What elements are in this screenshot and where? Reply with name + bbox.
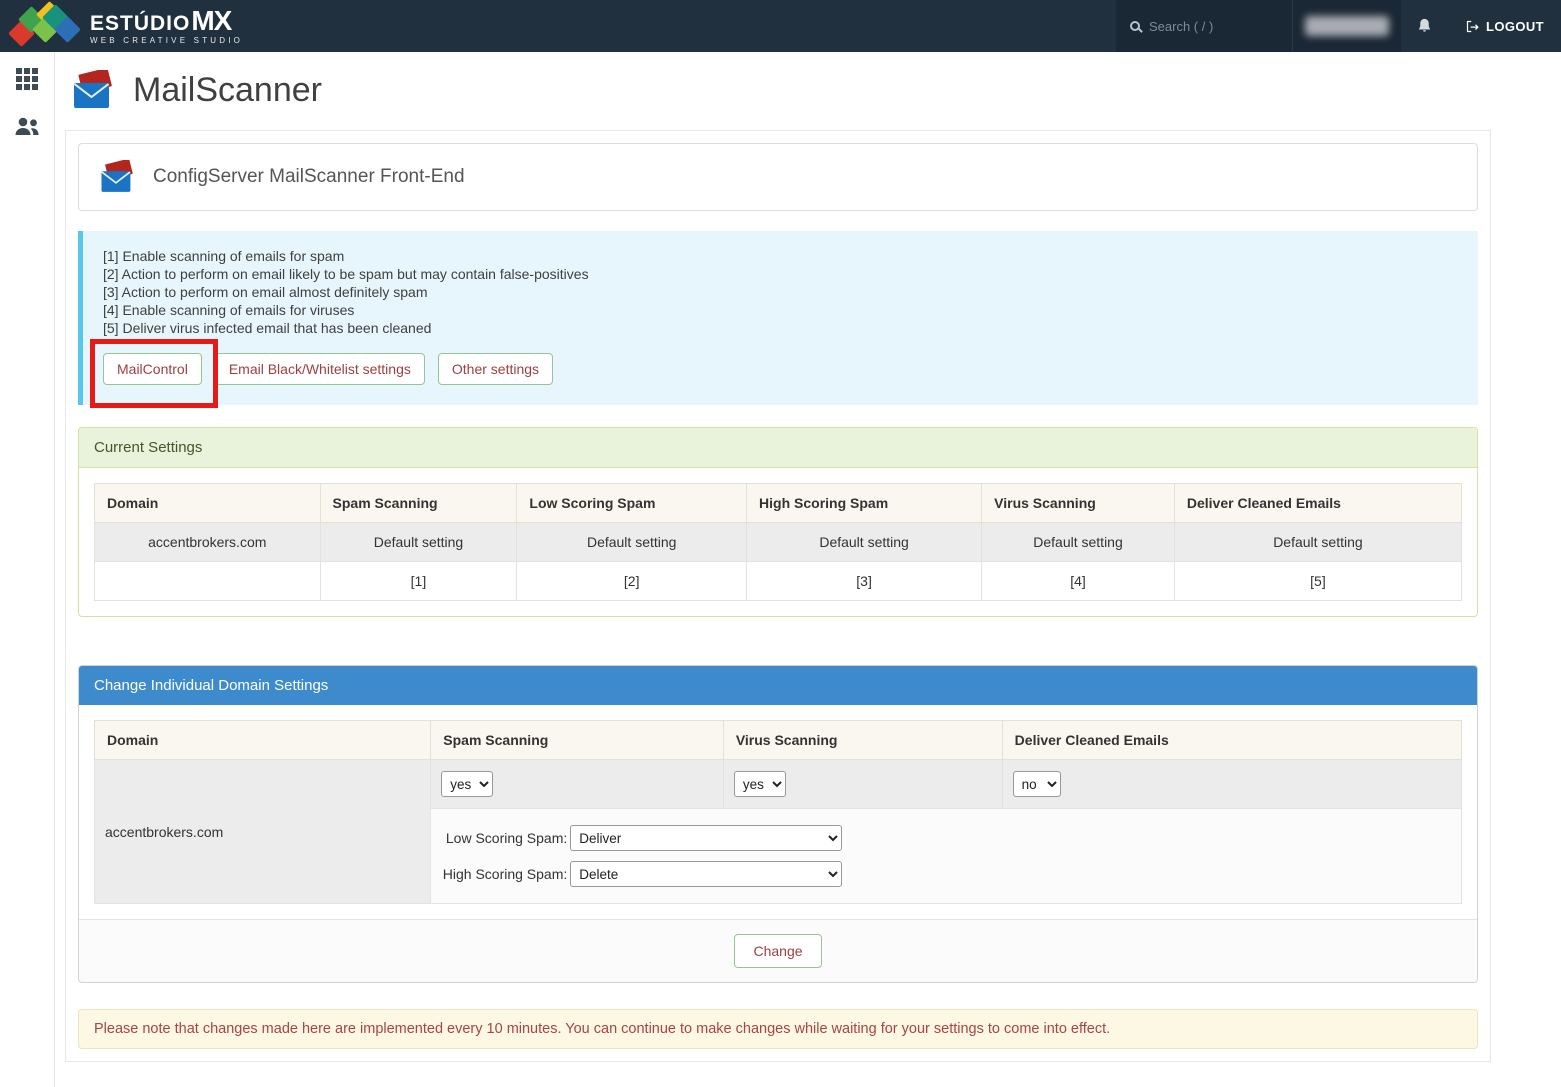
top-navbar: ESTÚDIO MX WEB CREATIVE STUDIO LOGOUT xyxy=(0,0,1561,52)
username-redacted xyxy=(1305,16,1389,36)
cell-ref: [2] xyxy=(517,562,747,601)
other-settings-button[interactable]: Other settings xyxy=(438,353,553,385)
col-deliver-cleaned: Deliver Cleaned Emails xyxy=(1002,721,1461,760)
apps-grid-icon[interactable] xyxy=(16,68,22,74)
mailscanner-icon xyxy=(71,70,117,110)
deliver-cleaned-select[interactable]: no xyxy=(1013,771,1061,797)
logout-icon xyxy=(1465,19,1480,34)
mailscanner-card-icon xyxy=(99,160,137,194)
brand-title: ESTÚDIO xyxy=(90,13,190,34)
col-virus-scanning: Virus Scanning xyxy=(723,721,1002,760)
user-menu[interactable] xyxy=(1292,0,1401,52)
frontend-card: ConfigServer MailScanner Front-End xyxy=(78,143,1478,211)
low-scoring-spam-select[interactable]: Deliver xyxy=(570,825,842,851)
cell-domain: accentbrokers.com xyxy=(95,760,431,904)
brand-mx: MX xyxy=(191,7,231,35)
change-panel-footer: Change xyxy=(79,919,1477,982)
info-buttons-row: MailControl Email Black/Whitelist settin… xyxy=(103,353,1458,385)
frontend-card-title: ConfigServer MailScanner Front-End xyxy=(153,166,465,188)
page-title: MailScanner xyxy=(133,71,322,110)
implementation-note: Please note that changes made here are i… xyxy=(78,1009,1478,1049)
cell-domain: accentbrokers.com xyxy=(95,523,321,562)
col-spam-scanning: Spam Scanning xyxy=(320,484,517,523)
notifications-button[interactable] xyxy=(1401,0,1448,52)
cell-value: Default setting xyxy=(320,523,517,562)
change-settings-title: Change Individual Domain Settings xyxy=(79,666,1477,705)
table-row: [1] [2] [3] [4] [5] xyxy=(95,562,1462,601)
cell-virus-scanning: yes xyxy=(723,760,1002,809)
col-domain: Domain xyxy=(95,721,431,760)
search-box xyxy=(1116,0,1292,52)
cell-value: Default setting xyxy=(982,523,1175,562)
info-line: [5] Deliver virus infected email that ha… xyxy=(103,319,1458,337)
brand-subtitle: WEB CREATIVE STUDIO xyxy=(90,37,243,45)
cell-empty xyxy=(95,562,321,601)
cell-ref: [3] xyxy=(747,562,982,601)
cell-spam-scanning: yes xyxy=(431,760,724,809)
info-line: [4] Enable scanning of emails for viruse… xyxy=(103,301,1458,319)
change-settings-panel: Change Individual Domain Settings Domain… xyxy=(78,665,1478,983)
col-high-scoring-spam: High Scoring Spam xyxy=(747,484,982,523)
cell-ref: [4] xyxy=(982,562,1175,601)
page-header: MailScanner xyxy=(55,52,1561,128)
current-settings-table: Domain Spam Scanning Low Scoring Spam Hi… xyxy=(94,483,1462,601)
high-scoring-spam-label: High Scoring Spam: xyxy=(441,866,567,882)
cell-value: Default setting xyxy=(517,523,747,562)
info-line: [2] Action to perform on email likely to… xyxy=(103,265,1458,283)
logout-button[interactable]: LOGOUT xyxy=(1448,0,1561,52)
brand-diamonds-icon xyxy=(10,4,80,48)
high-scoring-spam-select[interactable]: Delete xyxy=(570,861,842,887)
change-submit-button[interactable]: Change xyxy=(734,934,821,968)
current-settings-title: Current Settings xyxy=(79,428,1477,468)
info-line: [1] Enable scanning of emails for spam xyxy=(103,247,1458,265)
col-low-scoring-spam: Low Scoring Spam xyxy=(517,484,747,523)
logout-label: LOGOUT xyxy=(1486,19,1544,34)
spam-scanning-select[interactable]: yes xyxy=(441,771,493,797)
main-content: MailScanner ConfigServer MailScanner Fro… xyxy=(55,52,1561,1062)
cell-ref: [5] xyxy=(1174,562,1461,601)
search-input[interactable] xyxy=(1149,19,1269,34)
left-sidebar xyxy=(0,52,55,1087)
bell-icon xyxy=(1416,17,1433,35)
table-row: accentbrokers.com yes yes xyxy=(95,760,1462,809)
col-virus-scanning: Virus Scanning xyxy=(982,484,1175,523)
email-blackwhitelist-button[interactable]: Email Black/Whitelist settings xyxy=(215,353,425,385)
cell-ref: [1] xyxy=(320,562,517,601)
cell-deliver-cleaned: no xyxy=(1002,760,1461,809)
col-deliver-cleaned: Deliver Cleaned Emails xyxy=(1174,484,1461,523)
cell-value: Default setting xyxy=(1174,523,1461,562)
search-icon xyxy=(1130,21,1140,31)
brand-logo[interactable]: ESTÚDIO MX WEB CREATIVE STUDIO xyxy=(0,0,257,52)
users-icon[interactable] xyxy=(13,116,41,137)
low-scoring-spam-label: Low Scoring Spam: xyxy=(441,830,567,846)
col-domain: Domain xyxy=(95,484,321,523)
cell-value: Default setting xyxy=(747,523,982,562)
virus-scanning-select[interactable]: yes xyxy=(734,771,786,797)
info-line: [3] Action to perform on email almost de… xyxy=(103,283,1458,301)
brand-text: ESTÚDIO MX WEB CREATIVE STUDIO xyxy=(90,7,243,45)
info-box: [1] Enable scanning of emails for spam [… xyxy=(78,231,1478,405)
mailcontrol-button[interactable]: MailControl xyxy=(103,353,202,385)
change-settings-table: Domain Spam Scanning Virus Scanning Deli… xyxy=(94,720,1462,904)
col-spam-scanning: Spam Scanning xyxy=(431,721,724,760)
cell-scoring-options: Low Scoring Spam:Deliver High Scoring Sp… xyxy=(431,809,1462,904)
table-row: accentbrokers.com Default setting Defaul… xyxy=(95,523,1462,562)
content-container: ConfigServer MailScanner Front-End [1] E… xyxy=(65,130,1491,1062)
current-settings-panel: Current Settings Domain Spam Scanning Lo… xyxy=(78,427,1478,617)
